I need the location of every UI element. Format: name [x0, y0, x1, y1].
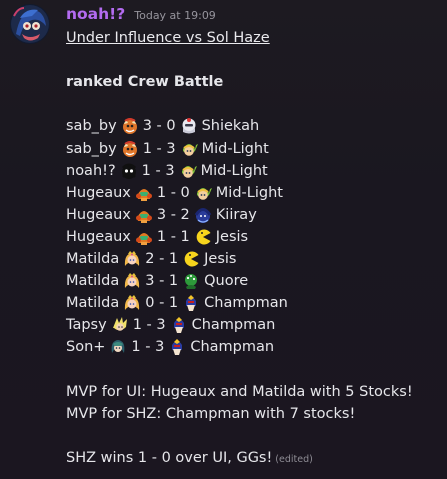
bowser-icon — [121, 140, 139, 158]
match-row: Matilda 2 - 1 Jesis — [66, 248, 441, 270]
player-one-name: Son+ — [66, 339, 106, 356]
mr-game-and-watch-icon — [120, 162, 138, 180]
peach-icon — [123, 250, 141, 268]
match-score: 1 - 1 — [156, 228, 190, 245]
sheik-icon — [180, 117, 198, 135]
match-score: 0 - 1 — [145, 295, 179, 312]
message-header: noah!? Today at 19:09 — [66, 5, 216, 25]
young-link-icon — [179, 162, 197, 180]
match-list: sab_by 3 - 0 Shiekah sab_by 1 - 3 Mid-Light no… — [66, 115, 441, 358]
match-score: 1 - 3 — [141, 162, 175, 179]
pac-man-icon — [194, 228, 212, 246]
player-one-name: Hugeaux — [66, 184, 131, 201]
player-one-name: noah!? — [66, 162, 116, 179]
match-score: 3 - 2 — [156, 206, 190, 223]
player-one-name: Hugeaux — [66, 228, 131, 245]
match-row: Hugeaux 1 - 0 Mid-Light — [66, 182, 441, 204]
player-two-name: Mid-Light — [201, 140, 269, 157]
player-two-name: Jesis — [204, 250, 237, 267]
samus-icon — [135, 228, 153, 246]
player-one-name: Matilda — [66, 273, 120, 290]
peach-icon — [123, 294, 141, 312]
captain-falcon-icon — [170, 316, 188, 334]
kirby-blue-icon — [194, 206, 212, 224]
match-row: Matilda 3 - 1 Quore — [66, 270, 441, 292]
message-timestamp[interactable]: Today at 19:09 — [134, 9, 216, 22]
match-score: 1 - 3 — [131, 339, 165, 356]
match-row: Matilda 0 - 1 Champman — [66, 292, 441, 314]
player-one-name: sab_by — [66, 140, 117, 157]
match-row: sab_by 3 - 0 Shiekah — [66, 115, 441, 137]
match-row: Hugeaux 1 - 1 Jesis — [66, 226, 441, 248]
samus-icon — [135, 184, 153, 202]
match-row: Hugeaux 3 - 2 Kiiray — [66, 204, 441, 226]
bowser-icon — [121, 117, 139, 135]
match-score: 1 - 3 — [132, 317, 166, 334]
mvp-ui-text: MVP for UI: Hugeaux and Matilda with 5 S… — [66, 383, 413, 400]
cloud-icon — [111, 316, 129, 334]
chat-message: noah!? Today at 19:09 Under Influence vs… — [0, 0, 447, 479]
player-two-name: Shiekah — [201, 118, 260, 135]
peach-icon — [123, 272, 141, 290]
match-row: Son+ 1 - 3 Champman — [66, 336, 441, 358]
samus-icon — [135, 206, 153, 224]
piranha-plant-icon — [182, 272, 200, 290]
young-link-icon — [194, 184, 212, 202]
edited-label: (edited) — [275, 453, 313, 465]
mvp-shz-text: MVP for SHZ: Champman with 7 stocks! — [66, 405, 356, 422]
captain-falcon-icon — [182, 294, 200, 312]
player-two-name: Mid-Light — [215, 184, 283, 201]
player-two-name: Mid-Light — [200, 162, 268, 179]
player-two-name: Champman — [191, 317, 276, 334]
match-score: 2 - 1 — [145, 250, 179, 267]
match-score: 3 - 1 — [145, 273, 179, 290]
pac-man-icon — [182, 250, 200, 268]
user-avatar[interactable] — [10, 4, 50, 44]
player-two-name: Champman — [204, 295, 288, 312]
player-one-name: Matilda — [66, 250, 120, 267]
message-title-link[interactable]: Under Influence vs Sol Haze — [66, 30, 270, 46]
captain-falcon-icon — [168, 338, 186, 356]
match-row: sab_by 1 - 3 Mid-Light — [66, 137, 441, 159]
match-score: 1 - 0 — [156, 184, 190, 201]
player-one-name: sab_by — [66, 118, 117, 135]
match-score: 3 - 0 — [142, 118, 176, 135]
author-name[interactable]: noah!? — [66, 5, 125, 23]
player-two-name: Kiiray — [215, 206, 257, 223]
message-subtitle: ranked Crew Battle — [66, 74, 224, 91]
match-row: Tapsy 1 - 3 Champman — [66, 314, 441, 336]
player-one-name: Tapsy — [66, 317, 107, 334]
player-one-name: Hugeaux — [66, 206, 131, 223]
player-one-name: Matilda — [66, 295, 120, 312]
message-content: Under Influence vs Sol Haze ranked Crew … — [66, 27, 441, 469]
match-row: noah!? 1 - 3 Mid-Light — [66, 160, 441, 182]
player-two-name: Jesis — [215, 228, 249, 245]
young-link-icon — [180, 140, 198, 158]
player-two-name: Quore — [204, 273, 249, 290]
match-score: 1 - 3 — [142, 140, 176, 157]
result-text: SHZ wins 1 - 0 over UI, GGs! — [66, 449, 273, 466]
byleth-icon — [109, 338, 127, 356]
player-two-name: Champman — [190, 339, 275, 356]
